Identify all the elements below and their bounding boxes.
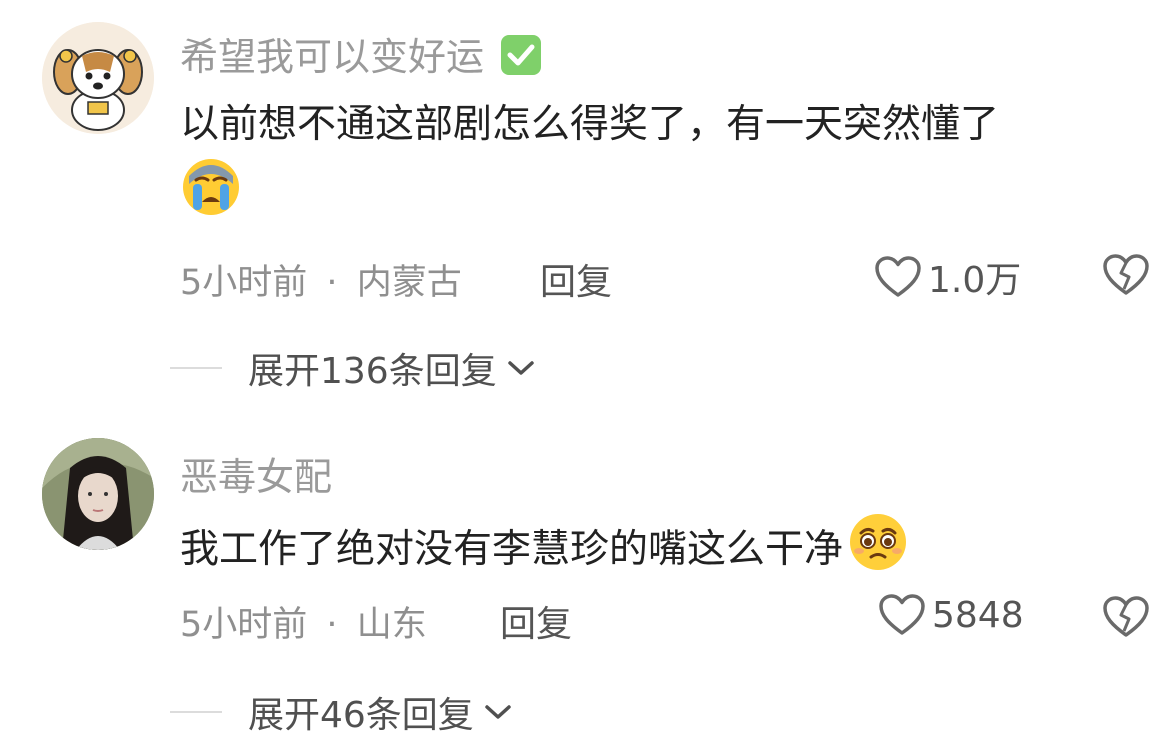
username-text[interactable]: 希望我可以变好运 [180, 35, 484, 79]
chevron-down-icon [485, 705, 511, 719]
like-button[interactable]: 5848 [878, 593, 1024, 637]
like-count: 5848 [932, 594, 1024, 636]
reply-button[interactable]: 回复 [500, 595, 572, 647]
crying-emoji-icon [180, 156, 242, 237]
comment-text-content: 我工作了绝对没有李慧珍的嘴这么干净 [180, 527, 844, 572]
expand-replies-label[interactable]: 展开136条回复 [248, 342, 497, 394]
dislike-button[interactable] [1102, 595, 1150, 643]
like-count: 1.0万 [928, 260, 1022, 301]
divider-line [170, 711, 222, 713]
meta-separator: · [326, 605, 338, 645]
dislike-button[interactable] [1102, 253, 1150, 301]
expand-replies[interactable]: 展开46条回复 [170, 686, 512, 738]
verified-check-icon [500, 34, 542, 85]
character-avatar-icon [42, 438, 154, 550]
heart-icon [875, 256, 921, 297]
comment-text: 我工作了绝对没有李慧珍的嘴这么干净 [180, 511, 1155, 592]
comment-location: 内蒙古 [356, 263, 462, 303]
avatar[interactable] [42, 22, 154, 134]
meta-separator: · [326, 263, 338, 303]
comment-meta: 5小时前 · 山东 [180, 596, 427, 647]
avatar[interactable] [42, 438, 154, 550]
comment-meta: 5小时前 · 内蒙古 [180, 254, 462, 305]
username[interactable]: 希望我可以变好运 [180, 26, 542, 85]
like-button[interactable]: 1.0万 [874, 251, 1021, 303]
comment-location: 山东 [356, 605, 427, 645]
dog-avatar-icon [42, 22, 154, 134]
divider-line [170, 367, 222, 369]
username-text[interactable]: 恶毒女配 [180, 455, 332, 499]
broken-heart-icon [1103, 596, 1149, 637]
heart-icon [879, 594, 925, 635]
comment-time: 5小时前 [180, 263, 308, 303]
reply-button[interactable]: 回复 [540, 253, 612, 305]
comment-text-content: 以前想不通这部剧怎么得奖了，有一天突然懂了 [180, 102, 1000, 147]
expand-replies[interactable]: 展开136条回复 [170, 342, 535, 394]
username[interactable]: 恶毒女配 [180, 446, 332, 501]
expand-replies-label[interactable]: 展开46条回复 [248, 686, 474, 738]
chevron-down-icon [507, 361, 534, 375]
broken-heart-icon [1103, 254, 1149, 295]
pleading-emoji-icon [847, 511, 909, 592]
comment-text: 以前想不通这部剧怎么得奖了，有一天突然懂了 [180, 94, 1155, 237]
comment-time: 5小时前 [180, 605, 308, 645]
